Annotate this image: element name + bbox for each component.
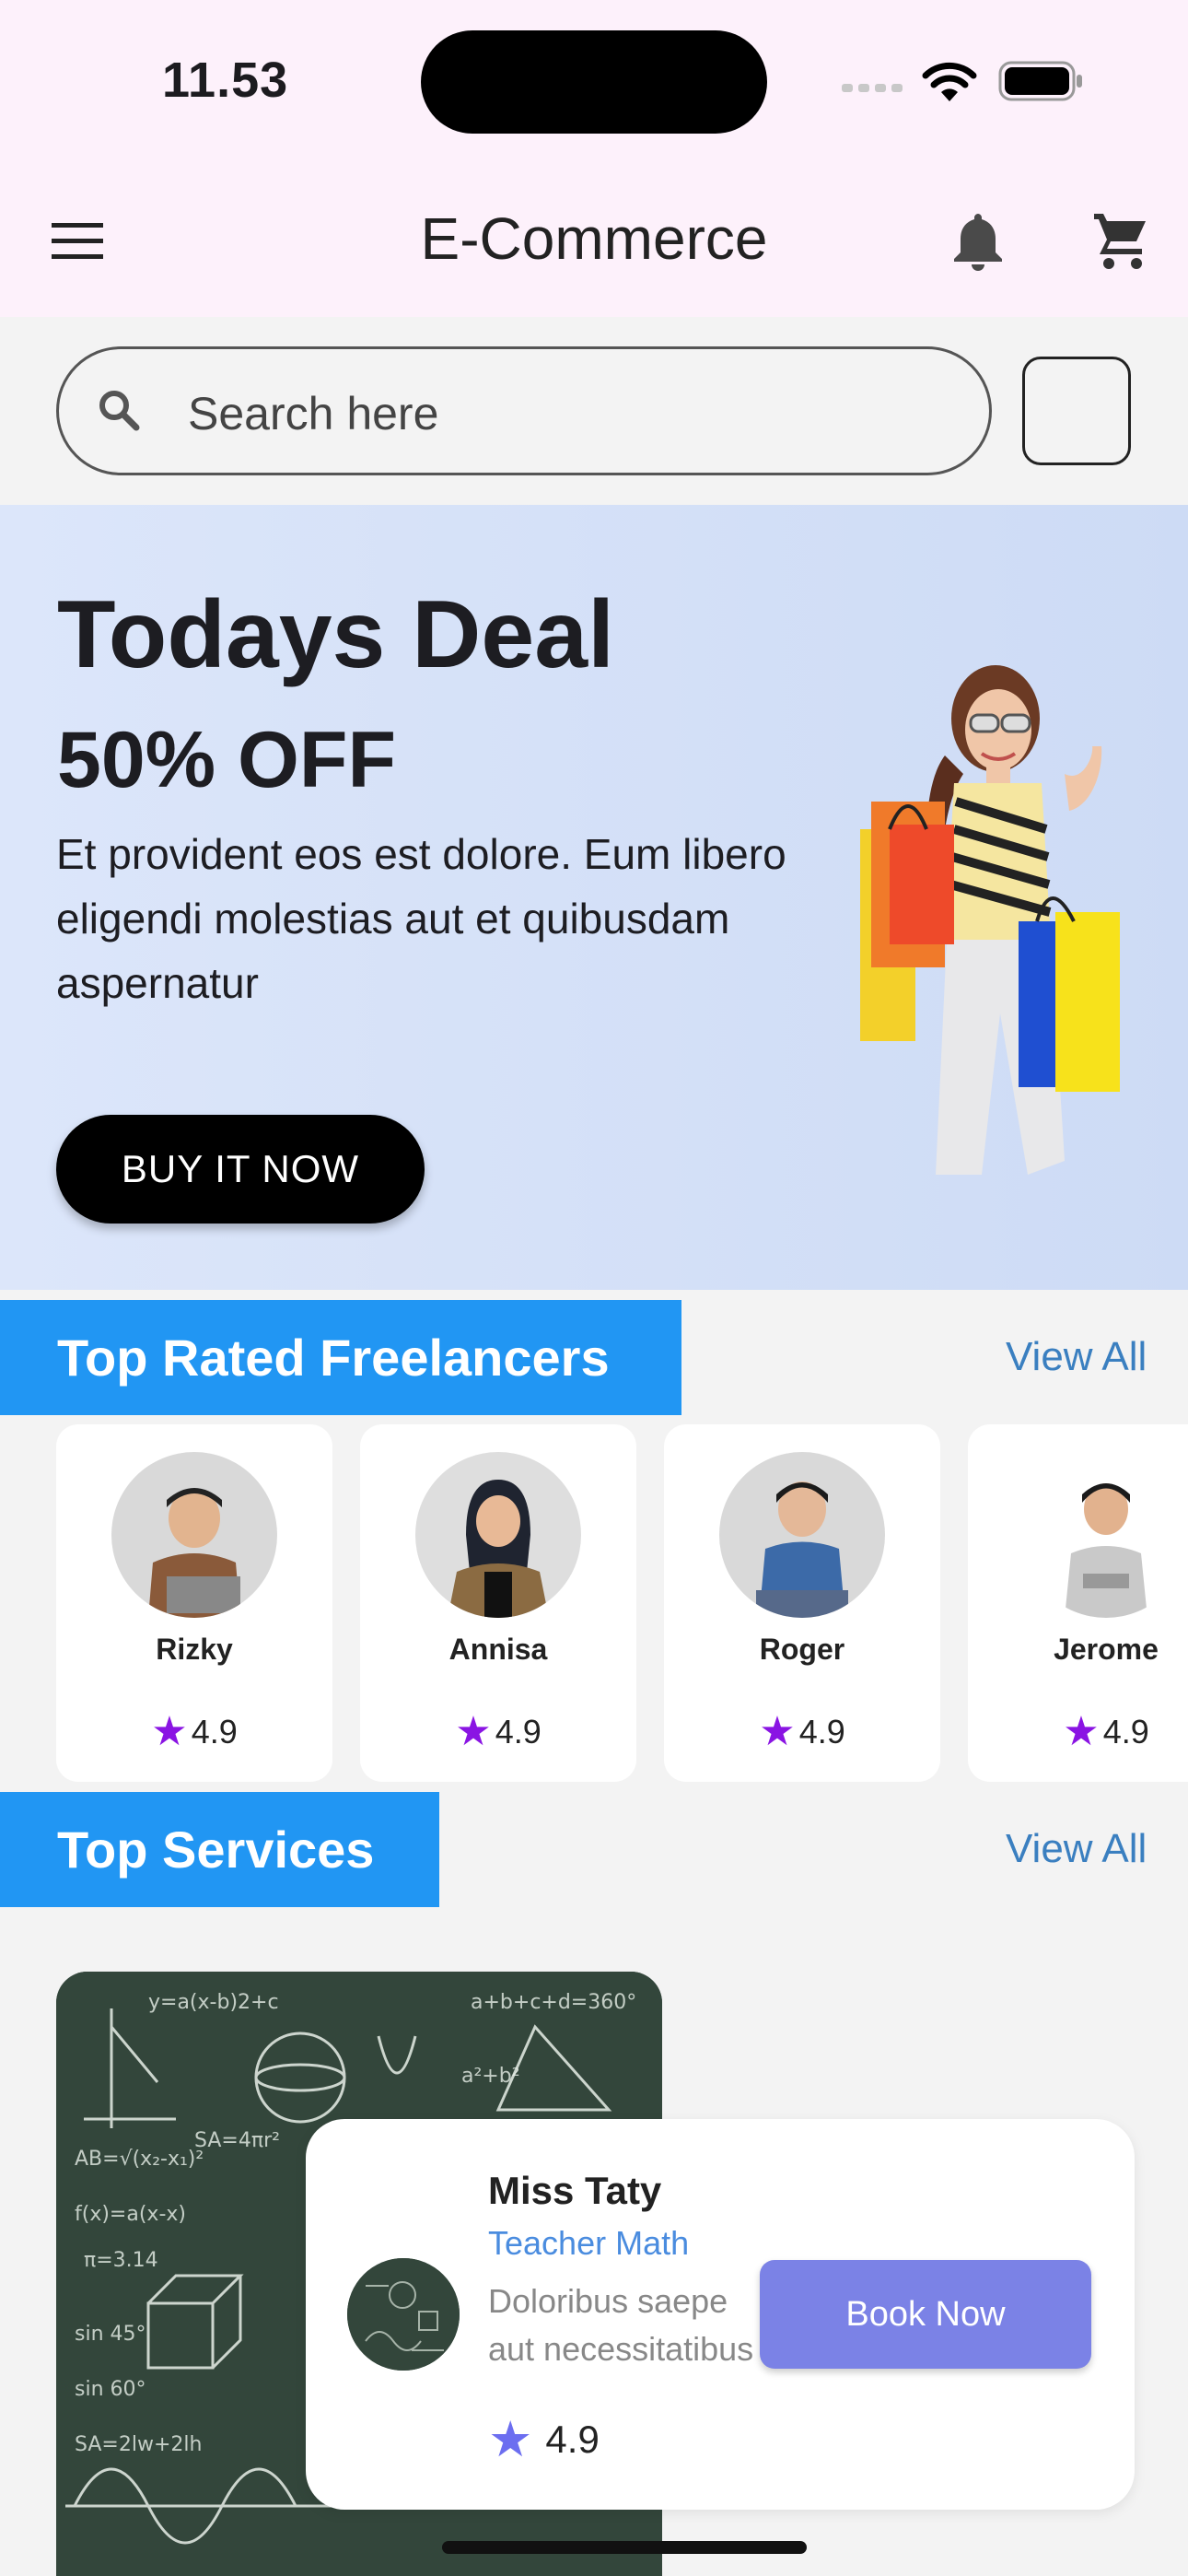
signal-icon — [842, 84, 903, 92]
services-section-title: Top Services — [0, 1792, 439, 1907]
svg-text:a²+b²: a²+b² — [461, 2065, 520, 2088]
svg-text:sin 45°: sin 45° — [75, 2323, 146, 2346]
chalkboard-thumbnail — [347, 2258, 460, 2371]
freelancer-card[interactable]: Roger ★ 4.9 — [664, 1424, 940, 1782]
buy-it-now-button[interactable]: BUY IT NOW — [56, 1115, 425, 1224]
freelancer-photo — [1065, 1483, 1147, 1618]
service-avatar — [347, 2258, 460, 2371]
service-description: Doloribus saepe aut necessitatibus — [488, 2282, 754, 2368]
shopping-woman-image — [860, 665, 1120, 1175]
freelancer-card[interactable]: Annisa ★ 4.9 — [360, 1424, 636, 1782]
search-icon — [99, 391, 140, 431]
filter-button[interactable] — [1022, 357, 1131, 465]
search-placeholder: Search here — [188, 388, 439, 439]
freelancer-rating: ★ 4.9 — [151, 1709, 238, 1754]
wifi-icon — [922, 62, 977, 101]
freelancer-name: Rizky — [156, 1633, 233, 1666]
svg-text:π=3.14: π=3.14 — [84, 2249, 158, 2272]
freelancer-photo — [148, 1488, 240, 1618]
freelancer-photo — [756, 1481, 848, 1618]
star-icon: ★ — [151, 1709, 188, 1754]
svg-text:f(x)=a(x-x): f(x)=a(x-x) — [75, 2203, 186, 2226]
freelancer-avatar — [415, 1452, 581, 1618]
app-title: E-Commerce — [420, 205, 768, 272]
cart-icon[interactable] — [1092, 210, 1149, 269]
dynamic-island — [421, 30, 767, 134]
svg-text:y=a(x-b)2+c: y=a(x-b)2+c — [148, 1991, 279, 2014]
freelancer-name: Annisa — [448, 1633, 548, 1666]
deal-description: Et provident eos est dolore. Eum libero … — [56, 830, 786, 1007]
freelancers-section-title: Top Rated Freelancers — [0, 1300, 681, 1415]
deal-discount: 50% OFF — [57, 716, 396, 804]
freelancer-avatar — [111, 1452, 277, 1618]
freelancer-name: Jerome — [1054, 1633, 1159, 1666]
freelancer-rating: ★ 4.9 — [1063, 1709, 1149, 1754]
star-icon: ★ — [1063, 1709, 1100, 1754]
star-icon: ★ — [455, 1709, 492, 1754]
service-rating: ★ 4.9 — [488, 2412, 600, 2467]
freelancers-view-all-link[interactable]: View All — [1006, 1334, 1147, 1380]
home-indicator — [442, 2541, 807, 2554]
book-now-button[interactable]: Book Now — [760, 2260, 1091, 2369]
freelancer-photo — [448, 1480, 549, 1618]
service-provider-name: Miss Taty — [488, 2169, 662, 2212]
freelancer-card[interactable]: Rizky ★ 4.9 — [56, 1424, 332, 1782]
services-view-all-link[interactable]: View All — [1006, 1826, 1147, 1872]
star-icon: ★ — [488, 2412, 533, 2467]
freelancer-name: Roger — [759, 1633, 845, 1666]
deal-title: Todays Deal — [57, 581, 614, 688]
freelancer-rating: ★ 4.9 — [759, 1709, 845, 1754]
svg-text:sin 60°: sin 60° — [75, 2378, 146, 2401]
status-time: 11.53 — [162, 53, 289, 108]
svg-text:SA=4πr²: SA=4πr² — [194, 2129, 280, 2152]
battery-icon — [998, 61, 1082, 101]
freelancer-avatar — [1023, 1452, 1188, 1618]
service-role: Teacher Math — [488, 2224, 690, 2262]
freelancer-rating: ★ 4.9 — [455, 1709, 542, 1754]
svg-text:SA=2lw+2lh: SA=2lw+2lh — [75, 2433, 202, 2456]
star-icon: ★ — [759, 1709, 796, 1754]
freelancer-avatar — [719, 1452, 885, 1618]
freelancer-card[interactable]: Jerome ★ 4.9 — [968, 1424, 1188, 1782]
bell-icon[interactable] — [952, 210, 1004, 271]
svg-text:AB=√(x₂-x₁)²: AB=√(x₂-x₁)² — [75, 2148, 204, 2171]
svg-text:a+b+c+d=360°: a+b+c+d=360° — [471, 1991, 636, 2014]
